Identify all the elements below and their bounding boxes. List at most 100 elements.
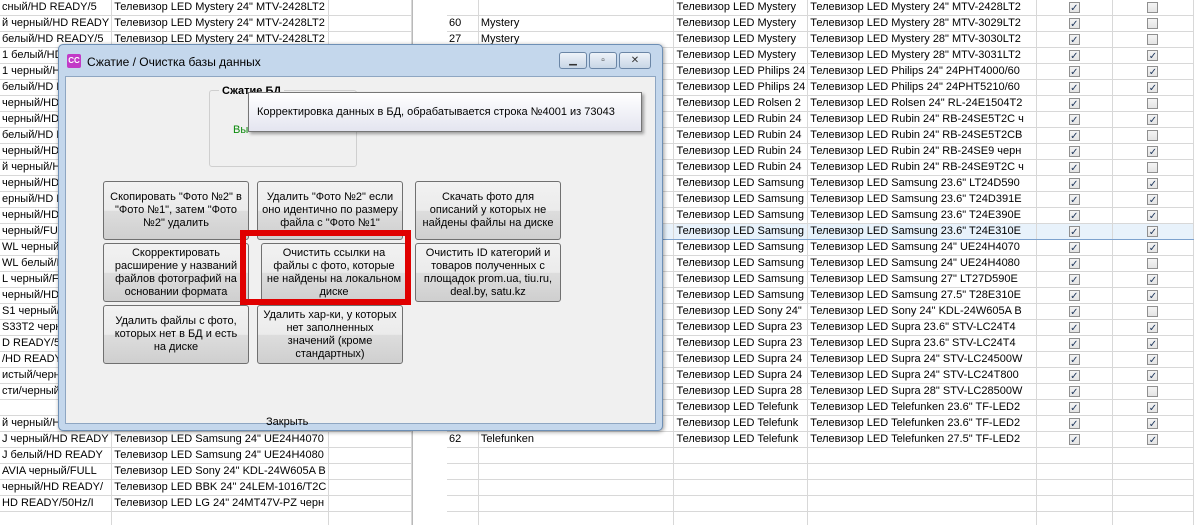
table-cell: Телевизор LED Samsung	[673, 271, 809, 288]
table-cell: Телевизор LED BBK 24" 24LEM-1016/T2C	[111, 479, 330, 496]
checked-checkbox[interactable]: ✓	[1147, 81, 1159, 94]
unchecked-checkbox[interactable]	[1147, 1, 1159, 13]
table-cell: Телевизор LED Samsung 23.6" T24D391E	[807, 191, 1037, 208]
checkbox-cell: ✓	[1036, 255, 1113, 272]
dialog-titlebar[interactable]: CC Сжатие / Очистка базы данных ▁ ▫ ✕	[59, 45, 662, 75]
checked-checkbox[interactable]: ✓	[1068, 337, 1080, 350]
checked-checkbox[interactable]: ✓	[1068, 353, 1080, 366]
checked-checkbox[interactable]: ✓	[1147, 353, 1159, 366]
table-cell: Телевизор LED Supra 28" STV-LC28500W	[807, 383, 1037, 400]
checked-checkbox[interactable]: ✓	[1147, 433, 1159, 446]
checked-checkbox[interactable]: ✓	[1068, 193, 1080, 206]
unchecked-checkbox[interactable]	[1147, 161, 1159, 173]
copy-photo2-to-photo1-button[interactable]: Скопировать "Фото №2" в "Фото №1", затем…	[103, 181, 249, 240]
checked-checkbox[interactable]: ✓	[1068, 417, 1080, 430]
checked-checkbox[interactable]: ✓	[1068, 145, 1080, 158]
table-row[interactable]	[447, 495, 1194, 512]
unchecked-checkbox[interactable]	[1147, 129, 1159, 141]
checked-checkbox[interactable]: ✓	[1147, 321, 1159, 334]
checked-checkbox[interactable]: ✓	[1147, 225, 1159, 238]
checked-checkbox[interactable]: ✓	[1147, 369, 1159, 382]
delete-empty-specs-button[interactable]: Удалить хар-ки, у которых нет заполненны…	[257, 305, 403, 364]
table-row[interactable]	[447, 479, 1194, 496]
checked-checkbox[interactable]: ✓	[1068, 65, 1080, 78]
delete-orphan-photo-files-button[interactable]: Удалить файлы с фото, которых нет в БД и…	[103, 305, 249, 364]
checked-checkbox[interactable]: ✓	[1068, 305, 1080, 318]
table-row[interactable]	[447, 463, 1194, 480]
checked-checkbox[interactable]: ✓	[1068, 113, 1080, 126]
checked-checkbox[interactable]: ✓	[1068, 321, 1080, 334]
table-row[interactable]: J белый/HD READY Телевизор LED Samsung 24…	[0, 447, 412, 464]
checked-checkbox[interactable]: ✓	[1147, 65, 1159, 78]
unchecked-checkbox[interactable]	[1147, 305, 1159, 317]
table-row[interactable]: 60 Mystery Телевизор LED Mystery Телевизор …	[447, 15, 1194, 32]
table-cell: Телевизор LED Philips 24	[673, 63, 809, 80]
checked-checkbox[interactable]: ✓	[1068, 81, 1080, 94]
unchecked-checkbox[interactable]	[1147, 257, 1159, 269]
table-row[interactable]: сный/HD READY/5 Телевизор LED Mystery 24"…	[0, 0, 412, 16]
fix-photo-extension-button[interactable]: Скорректировать расширение у названий фа…	[103, 243, 249, 302]
close-button[interactable]: ✕	[619, 52, 651, 69]
checked-checkbox[interactable]: ✓	[1068, 241, 1080, 254]
checked-checkbox[interactable]: ✓	[1068, 433, 1080, 446]
checked-checkbox[interactable]: ✓	[1147, 401, 1159, 414]
table-row[interactable]	[0, 511, 412, 525]
checkbox-cell: ✓	[1112, 207, 1194, 224]
minimize-button[interactable]: ▁	[559, 52, 587, 69]
table-cell: Телевизор LED Supra 28	[673, 383, 809, 400]
checked-checkbox[interactable]: ✓	[1068, 177, 1080, 190]
unchecked-checkbox[interactable]	[1147, 385, 1159, 397]
table-cell: Телевизор LED Rubin 24" RB-24SE9 черн	[807, 143, 1037, 160]
checked-checkbox[interactable]: ✓	[1068, 49, 1080, 62]
table-cell: Телевизор LED Rubin 24	[673, 159, 809, 176]
table-row[interactable]: AVIA черный/FULL Телевизор LED Sony 24" K…	[0, 463, 412, 480]
close-dialog-link[interactable]: Закрыть	[266, 416, 308, 428]
checked-checkbox[interactable]: ✓	[1147, 113, 1159, 126]
unchecked-checkbox[interactable]	[1147, 97, 1159, 109]
table-row[interactable]: Телевизор LED Mystery Телевизор LED Myste…	[447, 0, 1194, 16]
checked-checkbox[interactable]: ✓	[1068, 33, 1080, 46]
unchecked-checkbox[interactable]	[1147, 17, 1159, 29]
clear-marketplace-ids-button[interactable]: Очистить ID категорий и товаров полученн…	[415, 243, 561, 302]
checked-checkbox[interactable]: ✓	[1068, 225, 1080, 238]
checked-checkbox[interactable]: ✓	[1068, 385, 1080, 398]
checked-checkbox[interactable]: ✓	[1068, 1, 1080, 14]
checked-checkbox[interactable]: ✓	[1068, 209, 1080, 222]
checked-checkbox[interactable]: ✓	[1068, 129, 1080, 142]
checked-checkbox[interactable]: ✓	[1068, 401, 1080, 414]
checked-checkbox[interactable]: ✓	[1147, 241, 1159, 254]
checked-checkbox[interactable]: ✓	[1147, 49, 1159, 62]
checked-checkbox[interactable]: ✓	[1147, 145, 1159, 158]
checkbox-cell: ✓	[1112, 367, 1194, 384]
maximize-button[interactable]: ▫	[589, 52, 617, 69]
checked-checkbox[interactable]: ✓	[1068, 257, 1080, 270]
checked-checkbox[interactable]: ✓	[1147, 177, 1159, 190]
checked-checkbox[interactable]: ✓	[1147, 337, 1159, 350]
checkbox-cell: ✓	[1112, 399, 1194, 416]
checked-checkbox[interactable]: ✓	[1068, 369, 1080, 382]
table-cell	[447, 495, 479, 512]
table-row[interactable]: J черный/HD READY Телевизор LED Samsung 2…	[0, 431, 412, 448]
table-row[interactable]	[447, 511, 1194, 525]
table-cell: Телевизор LED Rubin 24" RB-24SE5T2CB	[807, 127, 1037, 144]
unchecked-checkbox[interactable]	[1147, 33, 1159, 45]
checkbox-cell: ✓	[1036, 79, 1113, 96]
table-row[interactable]: черный/HD READY/Телевизор LED BBK 24" 24…	[0, 479, 412, 496]
table-cell: Телевизор LED Samsung	[673, 207, 809, 224]
table-row[interactable]: 62 Telefunken Телевизор LED Telefunk Телеви…	[447, 431, 1194, 448]
checked-checkbox[interactable]: ✓	[1068, 273, 1080, 286]
checked-checkbox[interactable]: ✓	[1147, 193, 1159, 206]
checked-checkbox[interactable]: ✓	[1147, 289, 1159, 302]
checked-checkbox[interactable]: ✓	[1147, 417, 1159, 430]
table-cell	[478, 479, 675, 496]
table-row[interactable]	[447, 447, 1194, 464]
checked-checkbox[interactable]: ✓	[1068, 289, 1080, 302]
table-row[interactable]: й черный/HD READY Телевизор LED Mystery 2…	[0, 15, 412, 32]
checked-checkbox[interactable]: ✓	[1147, 209, 1159, 222]
download-missing-photos-button[interactable]: Скачать фото для описаний у которых не н…	[415, 181, 561, 240]
table-row[interactable]: HD READY/50Hz/I Телевизор LED LG 24" 24MT…	[0, 495, 412, 512]
checked-checkbox[interactable]: ✓	[1068, 97, 1080, 110]
checked-checkbox[interactable]: ✓	[1147, 273, 1159, 286]
checked-checkbox[interactable]: ✓	[1068, 17, 1080, 30]
checked-checkbox[interactable]: ✓	[1068, 161, 1080, 174]
